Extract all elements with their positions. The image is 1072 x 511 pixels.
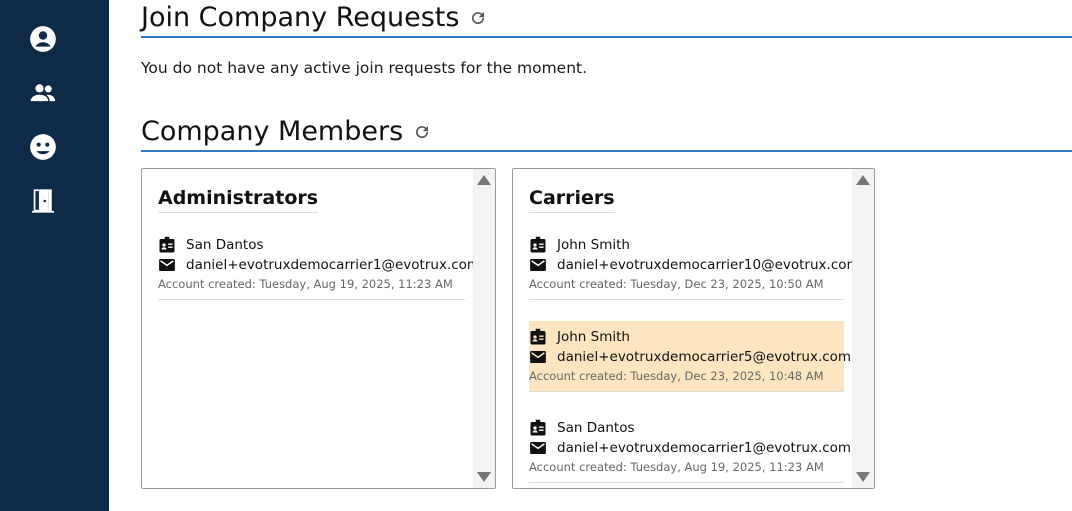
- carrier-name: San Dantos: [557, 420, 635, 436]
- mail-icon: [529, 348, 547, 366]
- company-members-title: Company Members: [141, 116, 431, 147]
- administrators-scrollbar[interactable]: [473, 169, 495, 488]
- scroll-up-icon[interactable]: [476, 173, 492, 187]
- refresh-join-requests-icon[interactable]: [469, 9, 487, 27]
- sidebar-item-profile[interactable]: [28, 24, 58, 54]
- carrier-created: Account created: Tuesday, Aug 19, 2025, …: [529, 460, 824, 474]
- carrier-email: daniel+evotruxdemocarrier10@evotrux.com: [557, 257, 860, 273]
- mail-icon: [529, 439, 547, 457]
- carrier-item[interactable]: San Dantos daniel+evotruxdemocarrier1@ev…: [529, 412, 851, 483]
- carrier-created: Account created: Tuesday, Dec 23, 2025, …: [529, 369, 824, 383]
- carrier-name: John Smith: [557, 329, 630, 345]
- company-members-divider: [141, 150, 1072, 152]
- sidebar-item-logout[interactable]: [28, 186, 58, 216]
- join-requests-title: Join Company Requests: [141, 2, 487, 33]
- sidebar-item-face[interactable]: [28, 132, 58, 162]
- administrator-email: daniel+evotruxdemocarrier1@evotrux.com: [186, 257, 481, 273]
- account-circle-icon: [30, 26, 56, 52]
- scroll-up-icon[interactable]: [855, 173, 871, 187]
- carrier-item-highlighted[interactable]: John Smith daniel+evotruxdemocarrier5@ev…: [529, 321, 851, 392]
- administrators-title: Administrators: [158, 187, 319, 213]
- carrier-email: daniel+evotruxdemocarrier1@evotrux.com: [557, 440, 852, 456]
- join-requests-divider: [141, 36, 1072, 38]
- carrier-name: John Smith: [557, 237, 630, 253]
- mail-icon: [529, 256, 547, 274]
- scroll-down-icon[interactable]: [855, 470, 871, 484]
- sidebar: [0, 0, 109, 511]
- badge-icon: [529, 328, 547, 346]
- refresh-members-icon[interactable]: [413, 123, 431, 141]
- carriers-title: Carriers: [529, 187, 615, 213]
- carriers-panel: Carriers John Smith daniel+evotruxdemoca…: [512, 168, 875, 489]
- carrier-email: daniel+evotruxdemocarrier5@evotrux.com: [557, 349, 852, 365]
- sidebar-item-members[interactable]: [28, 78, 58, 108]
- badge-icon: [158, 236, 176, 254]
- face-icon: [30, 134, 56, 160]
- carrier-created: Account created: Tuesday, Dec 23, 2025, …: [529, 277, 824, 291]
- administrators-panel: Administrators San Dantos daniel+evotrux…: [141, 168, 496, 489]
- mail-icon: [158, 256, 176, 274]
- badge-icon: [529, 419, 547, 437]
- exit-door-icon: [31, 189, 55, 213]
- carrier-item[interactable]: John Smith daniel+evotruxdemocarrier10@e…: [529, 229, 860, 300]
- badge-icon: [529, 236, 547, 254]
- administrator-name: San Dantos: [186, 237, 264, 253]
- administrator-created: Account created: Tuesday, Aug 19, 2025, …: [158, 277, 453, 291]
- carriers-scrollbar[interactable]: [852, 169, 874, 488]
- scroll-down-icon[interactable]: [476, 470, 492, 484]
- join-requests-empty-message: You do not have any active join requests…: [141, 59, 588, 77]
- group-icon: [30, 84, 56, 102]
- administrator-item[interactable]: San Dantos daniel+evotruxdemocarrier1@ev…: [158, 229, 480, 300]
